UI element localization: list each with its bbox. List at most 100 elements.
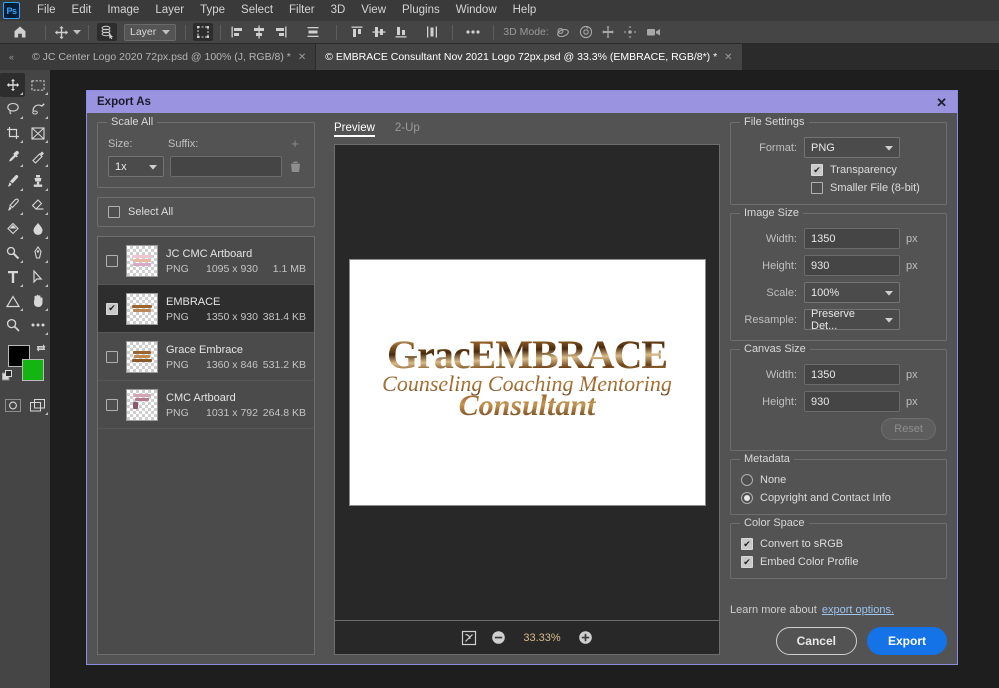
gradient-tool[interactable] [0, 217, 25, 241]
rectangular-marquee-tool[interactable] [25, 73, 50, 97]
chevron-down-icon[interactable] [71, 23, 83, 41]
asset-list[interactable]: JC CMC Artboard PNG 1095 x 930 1.1 MB ✔ … [97, 236, 315, 655]
eraser-tool[interactable] [25, 193, 50, 217]
close-icon[interactable]: ✕ [724, 52, 732, 63]
object-selection-tool[interactable] [25, 97, 50, 121]
slide-3d-button[interactable] [619, 21, 641, 44]
canvas-height-input[interactable]: 930 [804, 391, 900, 412]
select-all-checkbox[interactable] [108, 206, 120, 218]
lasso-tool[interactable] [0, 97, 25, 121]
metadata-copyright-row[interactable]: Copyright and Contact Info [741, 492, 936, 504]
screen-mode-button[interactable] [25, 393, 50, 417]
metadata-none-radio[interactable] [741, 474, 753, 486]
zoom-in-icon[interactable] [578, 630, 593, 645]
zoom-out-icon[interactable] [491, 630, 506, 645]
history-brush-tool[interactable] [0, 193, 25, 217]
transparency-row[interactable]: Transparency [811, 164, 936, 176]
image-height-input[interactable]: 930 [804, 255, 900, 276]
distribute-horizontal-button[interactable] [298, 21, 328, 44]
asset-checkbox[interactable] [106, 350, 118, 363]
convert-srgb-row[interactable]: Convert to sRGB [741, 538, 936, 550]
trash-icon[interactable] [286, 161, 304, 173]
menu-item-filter[interactable]: Filter [281, 0, 323, 21]
metadata-none-row[interactable]: None [741, 474, 936, 486]
spot-healing-brush-tool[interactable] [25, 145, 50, 169]
transparency-checkbox[interactable] [811, 164, 823, 176]
embed-profile-row[interactable]: Embed Color Profile [741, 556, 936, 568]
default-colors-icon[interactable] [1, 369, 14, 387]
type-tool[interactable] [0, 265, 25, 289]
move-tool[interactable] [0, 73, 25, 97]
embed-profile-checkbox[interactable] [741, 556, 753, 568]
align-left-button[interactable] [226, 21, 248, 44]
asset-checkbox[interactable] [106, 254, 118, 267]
plus-icon[interactable]: + [286, 136, 304, 151]
image-scale-dropdown[interactable]: 100% [804, 282, 900, 303]
pan-3d-button[interactable] [597, 21, 619, 44]
asset-checkbox[interactable] [106, 398, 118, 411]
transform-controls-button[interactable] [191, 21, 215, 44]
asset-list-item[interactable]: CMC Artboard PNG 1031 x 792 264.8 KB [98, 381, 314, 429]
menu-item-view[interactable]: View [353, 0, 394, 21]
align-bottom-button[interactable] [390, 21, 412, 44]
orbit-3d-button[interactable] [553, 21, 575, 44]
shape-tool[interactable] [0, 289, 25, 313]
align-vertical-center-button[interactable] [368, 21, 390, 44]
canvas-width-input[interactable]: 1350 [804, 364, 900, 385]
metadata-copyright-radio[interactable] [741, 492, 753, 504]
tab-preview[interactable]: Preview [334, 122, 375, 137]
menu-item-type[interactable]: Type [192, 0, 233, 21]
smaller-file-row[interactable]: Smaller File (8-bit) [811, 182, 936, 194]
distribute-vertical-button[interactable] [418, 21, 446, 44]
convert-srgb-checkbox[interactable] [741, 538, 753, 550]
hand-tool[interactable] [25, 289, 50, 313]
menu-item-help[interactable]: Help [505, 0, 545, 21]
asset-list-item[interactable]: EMBRACE PNG 1350 x 930 381.4 KB [98, 285, 314, 333]
image-width-input[interactable]: 1350 [804, 228, 900, 249]
reset-button[interactable]: Reset [881, 418, 936, 440]
brush-tool[interactable] [0, 169, 25, 193]
menu-item-3d[interactable]: 3D [323, 0, 354, 21]
move-tool-options[interactable] [51, 21, 83, 44]
blur-tool[interactable] [25, 217, 50, 241]
more-options-button[interactable] [458, 21, 488, 44]
auto-select-button[interactable] [94, 21, 120, 44]
frame-tool[interactable] [25, 121, 50, 145]
align-right-button[interactable] [270, 21, 292, 44]
clone-stamp-tool[interactable] [25, 169, 50, 193]
layer-select-dropdown[interactable]: Layer [124, 21, 177, 44]
quick-mask-button[interactable] [0, 393, 25, 417]
size-dropdown[interactable]: 1x [108, 156, 164, 177]
swap-colors-icon[interactable] [36, 343, 46, 355]
home-button[interactable] [0, 21, 40, 44]
menu-item-image[interactable]: Image [99, 0, 147, 21]
export-options-link[interactable]: export options. [822, 604, 894, 616]
asset-list-item[interactable]: Grace Embrace PNG 1360 x 846 531.2 KB [98, 333, 314, 381]
document-tab-jc-center-logo[interactable]: © JC Center Logo 2020 72px.psd @ 100% (J… [23, 44, 317, 70]
align-top-button[interactable] [346, 21, 368, 44]
menu-item-file[interactable]: File [29, 0, 64, 21]
align-horizontal-center-button[interactable] [248, 21, 270, 44]
edit-toolbar-tool[interactable] [25, 313, 50, 337]
cancel-button[interactable]: Cancel [775, 627, 857, 655]
pen-tool[interactable] [25, 241, 50, 265]
document-tab-embrace-consultant[interactable]: © EMBRACE Consultant Nov 2021 Logo 72px.… [316, 44, 743, 70]
menu-item-edit[interactable]: Edit [64, 0, 100, 21]
preview-stage[interactable]: GracEMBRACE Counseling Coaching Mentorin… [334, 144, 720, 621]
resample-dropdown[interactable]: Preserve Det... [804, 308, 900, 332]
menu-item-window[interactable]: Window [448, 0, 505, 21]
asset-list-item[interactable]: JC CMC Artboard PNG 1095 x 930 1.1 MB [98, 237, 314, 285]
eyedropper-tool[interactable] [0, 145, 25, 169]
fit-preview-icon[interactable] [461, 630, 477, 646]
collapse-arrows-icon[interactable]: « [0, 44, 23, 70]
close-icon[interactable]: ✕ [936, 96, 947, 109]
export-button[interactable]: Export [866, 627, 947, 655]
roll-3d-button[interactable] [575, 21, 597, 44]
crop-tool[interactable] [0, 121, 25, 145]
path-selection-tool[interactable] [25, 265, 50, 289]
close-icon[interactable]: ✕ [298, 52, 306, 63]
smaller-file-checkbox[interactable] [811, 182, 823, 194]
zoom-tool[interactable] [0, 313, 25, 337]
menu-item-select[interactable]: Select [233, 0, 281, 21]
suffix-input[interactable] [170, 156, 282, 177]
